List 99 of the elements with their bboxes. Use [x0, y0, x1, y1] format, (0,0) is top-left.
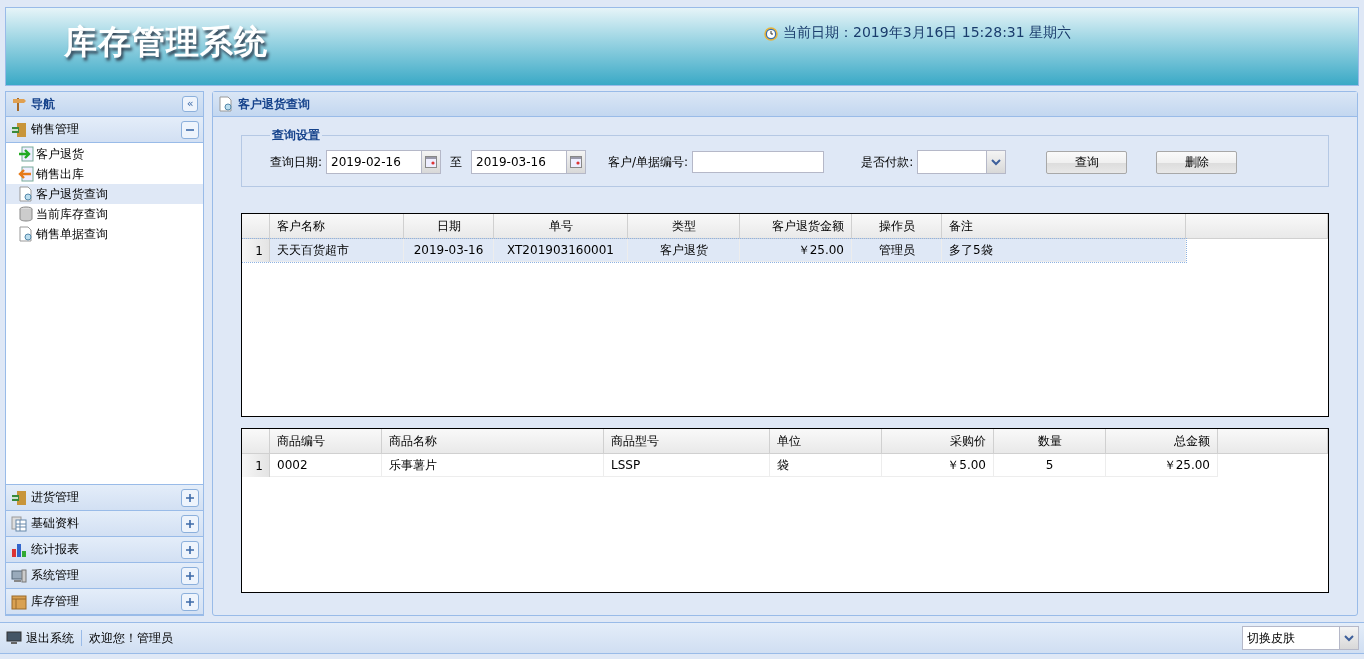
- section-label: 统计报表: [31, 541, 80, 558]
- expand-toggle[interactable]: [181, 566, 199, 585]
- table-cell: 客户退货: [628, 239, 740, 262]
- arrow-right-icon: [18, 146, 34, 162]
- section-label: 库存管理: [31, 593, 80, 610]
- expand-toggle[interactable]: [181, 540, 199, 559]
- current-datetime: 当前日期：2019年3月16日 15:28:31 星期六: [783, 24, 1072, 42]
- nav-section-header[interactable]: 统计报表: [6, 537, 203, 563]
- door-icon: [11, 121, 27, 138]
- table-cell: 管理员: [852, 239, 942, 262]
- nav-section-header[interactable]: 系统管理: [6, 563, 203, 589]
- table-row[interactable]: 1 天天百货超市 2019-03-16 XT201903160001 客户退货 ￥25.00 管理员 多了5袋: [242, 239, 1186, 262]
- spreadsheet-icon: [11, 515, 27, 532]
- header-corner: [242, 429, 270, 454]
- row-number: 1: [242, 454, 270, 477]
- computer-icon: [11, 567, 27, 584]
- column-header[interactable]: 商品名称: [382, 429, 604, 454]
- nav-title: 导航: [31, 95, 56, 113]
- input-field[interactable]: [692, 151, 825, 173]
- section-label: 系统管理: [31, 567, 80, 584]
- table-cell: 0002: [270, 454, 382, 477]
- table-cell: 多了5袋: [942, 239, 1186, 262]
- document-search-icon: [18, 186, 34, 202]
- welcome-text: 欢迎您！管理员: [89, 629, 173, 647]
- column-header[interactable]: 商品编号: [270, 429, 382, 454]
- expand-toggle[interactable]: [181, 514, 199, 533]
- skin-select[interactable]: 切换皮肤: [1242, 626, 1359, 650]
- table-cell: 天天百货超市: [270, 239, 404, 262]
- expand-toggle[interactable]: [181, 592, 199, 611]
- action-button[interactable]: 查询: [1046, 150, 1128, 174]
- field-label: 客户/单据编号:: [608, 153, 689, 171]
- column-header[interactable]: 备注: [942, 214, 1186, 239]
- column-header[interactable]: 类型: [628, 214, 740, 239]
- field-label: 查询日期:: [270, 153, 323, 171]
- alarm-clock-icon: [763, 25, 779, 41]
- nav-item[interactable]: 销售单据查询: [6, 224, 203, 244]
- table-row[interactable]: 1 0002 乐事薯片 LSSP 袋 ￥5.00 5 ￥25.00: [242, 454, 1218, 477]
- signpost-icon: [11, 96, 27, 112]
- column-header[interactable]: 商品型号: [604, 429, 770, 454]
- action-button[interactable]: 删除: [1156, 150, 1238, 174]
- collapse-button[interactable]: «: [182, 96, 198, 112]
- table-cell: ￥5.00: [882, 454, 994, 477]
- logout-link[interactable]: 退出系统: [26, 629, 74, 647]
- section-label: 进货管理: [31, 489, 80, 506]
- table-cell: 2019-03-16: [404, 239, 494, 262]
- date-picker[interactable]: 2019-02-16: [326, 150, 442, 174]
- table-cell: LSSP: [604, 454, 770, 477]
- column-header[interactable]: 数量: [994, 429, 1106, 454]
- bar-chart-icon: [11, 541, 27, 558]
- expand-toggle[interactable]: [181, 488, 199, 507]
- section-label: 销售管理: [31, 121, 80, 138]
- plus-icon: [186, 493, 194, 502]
- plus-icon: [186, 571, 194, 580]
- plus-icon: [186, 597, 194, 606]
- nav-item[interactable]: 当前库存查询: [6, 204, 203, 224]
- box-icon: [11, 593, 27, 610]
- dropdown-caret-icon[interactable]: [991, 158, 1002, 166]
- table-cell: 5: [994, 454, 1106, 477]
- column-header[interactable]: 采购价: [882, 429, 994, 454]
- nav-item[interactable]: 销售出库: [6, 164, 203, 184]
- nav-section-header[interactable]: 进货管理: [6, 485, 203, 511]
- arrow-left-icon: [18, 166, 34, 182]
- column-header[interactable]: 客户名称: [270, 214, 404, 239]
- nav-section-header[interactable]: 库存管理: [6, 589, 203, 615]
- calendar-icon[interactable]: [425, 156, 438, 168]
- document-search-icon: [18, 226, 34, 242]
- plus-icon: [186, 545, 194, 554]
- nav-section-header[interactable]: 销售管理: [6, 117, 203, 143]
- calendar-icon[interactable]: [570, 156, 583, 168]
- table-cell: 袋: [770, 454, 882, 477]
- dropdown-caret-icon[interactable]: [1344, 634, 1354, 642]
- column-header[interactable]: 客户退货金额: [740, 214, 852, 239]
- column-header[interactable]: 日期: [404, 214, 494, 239]
- nav-item[interactable]: 客户退货: [6, 144, 203, 164]
- monitor-icon: [6, 631, 22, 645]
- nav-item[interactable]: 客户退货查询: [6, 184, 203, 204]
- nav-section-header[interactable]: 基础资料: [6, 511, 203, 537]
- header-corner: [242, 214, 270, 239]
- column-header[interactable]: 单位: [770, 429, 882, 454]
- column-header[interactable]: 总金额: [1106, 429, 1218, 454]
- table-cell: 乐事薯片: [382, 454, 604, 477]
- table-cell: XT201903160001: [494, 239, 628, 262]
- collapse-toggle[interactable]: [181, 120, 199, 139]
- door-icon: [11, 489, 27, 506]
- section-label: 基础资料: [31, 515, 80, 532]
- row-number: 1: [242, 239, 270, 262]
- field-label: 至: [450, 153, 463, 171]
- table-cell: ￥25.00: [740, 239, 852, 262]
- document-search-icon: [218, 96, 234, 112]
- column-header[interactable]: 操作员: [852, 214, 942, 239]
- field-label: 是否付款:: [861, 153, 914, 171]
- column-header[interactable]: 单号: [494, 214, 628, 239]
- date-picker[interactable]: 2019-03-16: [471, 150, 587, 174]
- database-icon: [18, 206, 34, 222]
- table-cell: ￥25.00: [1106, 454, 1218, 477]
- plus-icon: [186, 519, 194, 528]
- panel-title: 客户退货查询: [238, 95, 311, 113]
- group-title: 查询设置: [271, 127, 321, 144]
- app-title: 库存管理系统: [64, 21, 268, 63]
